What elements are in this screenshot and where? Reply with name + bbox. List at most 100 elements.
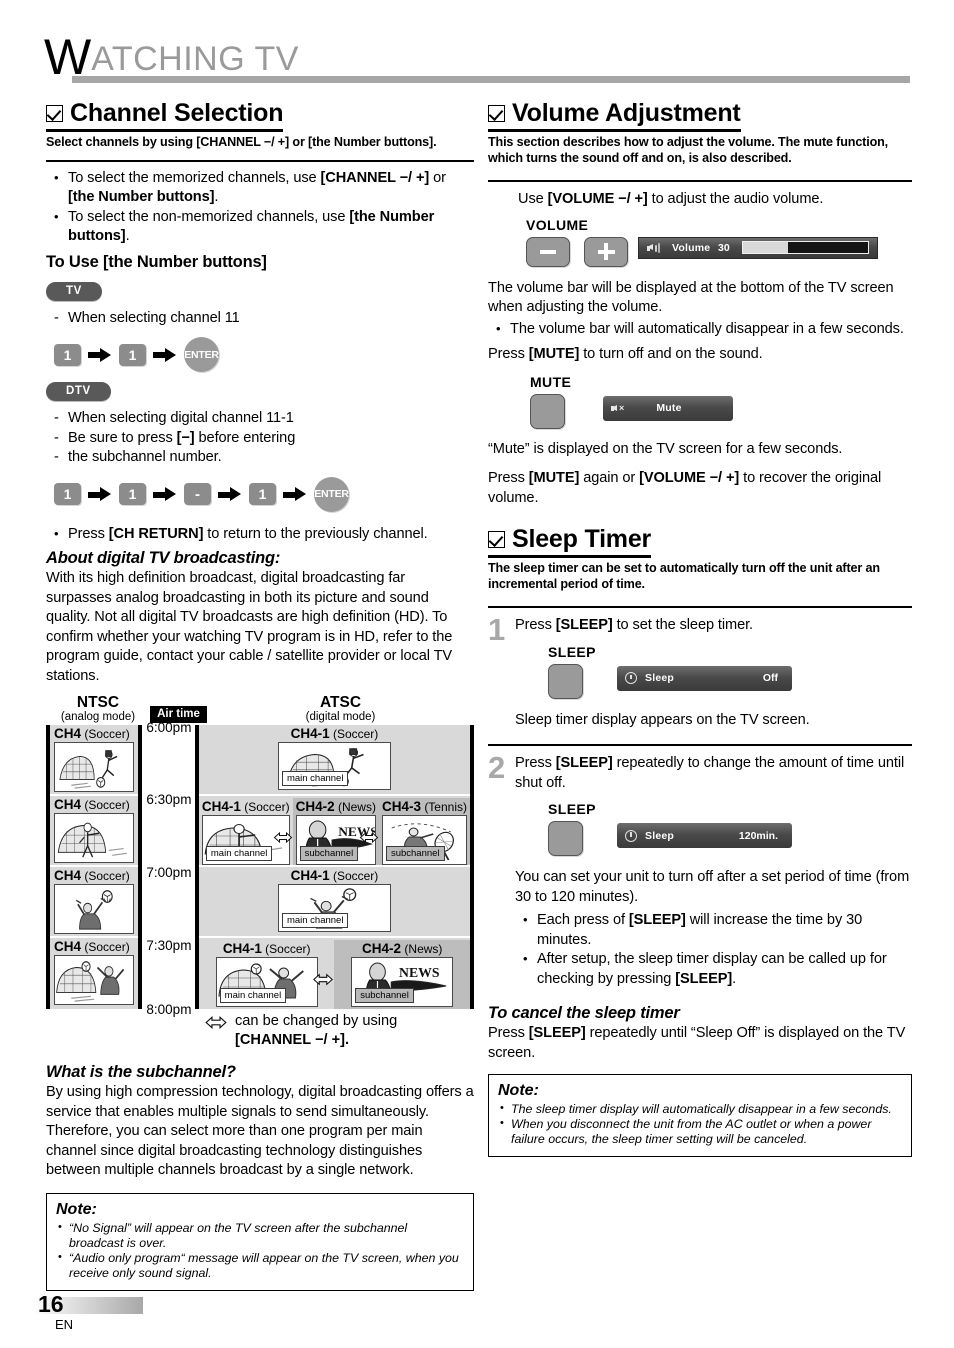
ch-return-list: Press [CH RETURN] to return to the previ… xyxy=(46,524,474,545)
number-key-1[interactable]: 1 xyxy=(249,483,276,505)
section-subtitle: The sleep timer can be set to automatica… xyxy=(488,561,880,591)
number-key-1[interactable]: 1 xyxy=(119,343,146,366)
number-key-1[interactable]: 1 xyxy=(119,483,146,505)
number-key-1[interactable]: 1 xyxy=(54,483,81,505)
section-subtitle: This section describes how to adjust the… xyxy=(488,135,888,165)
section-title: Channel Selection xyxy=(70,99,284,127)
ntsc-slot: CH4 (Soccer) xyxy=(50,796,139,867)
atsc-title: ATSC xyxy=(319,694,362,711)
to-use-heading: To Use [the Number buttons] xyxy=(46,252,267,271)
dtv-key-sequence: 1 1 - 1 ENTER xyxy=(46,476,474,512)
note-box-right: Note: The sleep timer display will autom… xyxy=(488,1074,912,1157)
ntsc-slot: CH4 (Soccer) xyxy=(50,938,139,1009)
diagram-footnote: can be changed by using [CHANNEL −/ +]. xyxy=(46,1012,474,1050)
note-list: The sleep timer display will automatical… xyxy=(498,1101,902,1147)
ntsc-column: CH4 (Soccer) CH4 (Soccer) CH4 (Soccer) C… xyxy=(46,725,143,1009)
step-instruction: Press [SLEEP] to set the sleep timer. xyxy=(515,617,754,633)
plus-icon xyxy=(597,243,615,260)
arrow-right-icon xyxy=(153,347,177,362)
atsc-row: CH4-1 (Soccer) xyxy=(198,938,471,1009)
step-after-text: You can set your unit to turn off after … xyxy=(515,869,910,905)
chapter-title-rest: ATCHING TV xyxy=(91,40,299,78)
checkbox-icon xyxy=(488,531,505,548)
speaker-icon xyxy=(647,242,663,254)
thumbnail-soccer: main channel xyxy=(215,957,318,1007)
left-column: Channel Selection Select channels by usi… xyxy=(46,98,474,1291)
list-item: To select the memorized channels, use [C… xyxy=(46,168,474,208)
atsc-cell-label: CH4-3 (Tennis) xyxy=(381,799,467,814)
volume-recover-paragraph: Press [MUTE] again or [VOLUME −/ +] to r… xyxy=(488,470,882,506)
sleep-label: SLEEP xyxy=(548,643,596,660)
list-item: Press [CH RETURN] to return to the previ… xyxy=(46,524,474,545)
thumbnail-soccer xyxy=(54,884,135,934)
atsc-row: CH4-1 (Soccer) xyxy=(198,867,470,938)
section-subtitle: Select channels by using [CHANNEL −/ +] … xyxy=(46,135,437,149)
section-title: Sleep Timer xyxy=(512,525,652,553)
arrow-right-icon xyxy=(283,487,307,501)
thumbnail-soccer xyxy=(54,813,135,863)
volume-osd-value: 30 xyxy=(718,241,730,254)
double-arrow-icon xyxy=(273,831,292,849)
atsc-cell-sub: CH4-2 (News) NEWS subchannel xyxy=(292,798,379,865)
mute-button[interactable] xyxy=(530,393,565,429)
subchannel-body-2: Therefore, you can select more than one … xyxy=(46,1123,423,1178)
ntsc-atsc-comparison-diagram: NTSC (analog mode) Air time ATSC (digita… xyxy=(46,693,474,1050)
atsc-cell-main: CH4-1 (Soccer) main channel xyxy=(199,940,335,1009)
number-key-1[interactable]: 1 xyxy=(54,343,81,366)
section-title: Volume Adjustment xyxy=(512,99,741,127)
note-box-left: Note: “No Signal” will appear on the TV … xyxy=(46,1192,474,1291)
channel-tag-sub: subchannel xyxy=(355,988,414,1003)
clock-icon xyxy=(625,672,637,684)
volume-down-button[interactable] xyxy=(526,236,570,267)
ntsc-slot: CH4 (Soccer) xyxy=(50,725,139,796)
enter-key[interactable]: ENTER xyxy=(314,476,349,512)
double-arrow-icon xyxy=(313,973,334,992)
note-list: “No Signal” will appear on the TV screen… xyxy=(56,1220,464,1281)
sleep-button[interactable] xyxy=(548,821,583,856)
badge-tv: TV xyxy=(46,281,102,301)
volume-up-button[interactable] xyxy=(584,236,628,267)
channel-bullet-list: To select the memorized channels, use [C… xyxy=(46,168,474,247)
mute-figure: MUTE × Mute xyxy=(488,374,912,429)
ntsc-slot-label: CH4 (Soccer) xyxy=(54,726,130,741)
list-item: After setup, the sleep timer display can… xyxy=(515,949,912,989)
enter-key[interactable]: ENTER xyxy=(184,337,219,372)
arrow-right-icon xyxy=(153,487,177,501)
channel-tag-sub: subchannel xyxy=(299,846,359,861)
tv-instruction: When selecting channel 11 xyxy=(46,309,474,329)
time-tick: 7:30pm xyxy=(146,938,192,953)
time-tick: 6:00pm xyxy=(146,720,192,735)
step-number: 1 xyxy=(488,612,506,647)
dtv-instruction-line1: When selecting digital channel 11-1 xyxy=(46,409,474,429)
sleep-figure: SLEEP Sleep Off xyxy=(515,644,912,699)
step-after-text: Sleep timer display appears on the TV sc… xyxy=(515,711,810,728)
mute-displayed-paragraph: “Mute” is displayed on the TV screen for… xyxy=(488,440,843,457)
atsc-subtitle: (digital mode) xyxy=(305,711,376,723)
list-item: To select the non-memorized channels, us… xyxy=(46,207,474,247)
sleep-osd-value: Off xyxy=(762,672,778,684)
cancel-sleep-heading: To cancel the sleep timer xyxy=(488,1004,680,1022)
subchannel-heading: What is the subchannel? xyxy=(46,1063,236,1081)
divider xyxy=(488,744,912,746)
clock-icon xyxy=(625,829,637,842)
thumbnail-soccer xyxy=(54,742,135,792)
time-tick: 6:30pm xyxy=(146,792,192,807)
volume-osd-label: Volume xyxy=(672,241,711,254)
step-content: Press [SLEEP] to set the sleep timer. SL… xyxy=(515,616,912,730)
ntsc-subtitle: (analog mode) xyxy=(60,711,136,723)
atsc-cell-label: CH4-1 (Soccer) xyxy=(201,799,290,814)
ntsc-title: NTSC xyxy=(76,694,120,711)
sleep-button[interactable] xyxy=(548,663,583,699)
channel-tag-main: main channel xyxy=(281,913,349,928)
mute-osd-figure: × Mute xyxy=(603,374,733,421)
checkbox-icon xyxy=(488,105,505,122)
time-tick: 7:00pm xyxy=(146,865,192,880)
volume-controls-figure: VOLUME Volume 30 xyxy=(488,217,912,267)
thumbnail-soccer xyxy=(54,955,135,1005)
dash-key[interactable]: - xyxy=(184,483,211,505)
arrow-right-icon xyxy=(88,347,112,362)
atsc-cell-sub: CH4-2 (News) NEWS subchannel xyxy=(334,940,471,1009)
channel-tag-sub: subchannel xyxy=(385,846,445,861)
volume-level-track xyxy=(742,241,869,254)
ntsc-slot: CH4 (Soccer) xyxy=(50,867,139,938)
